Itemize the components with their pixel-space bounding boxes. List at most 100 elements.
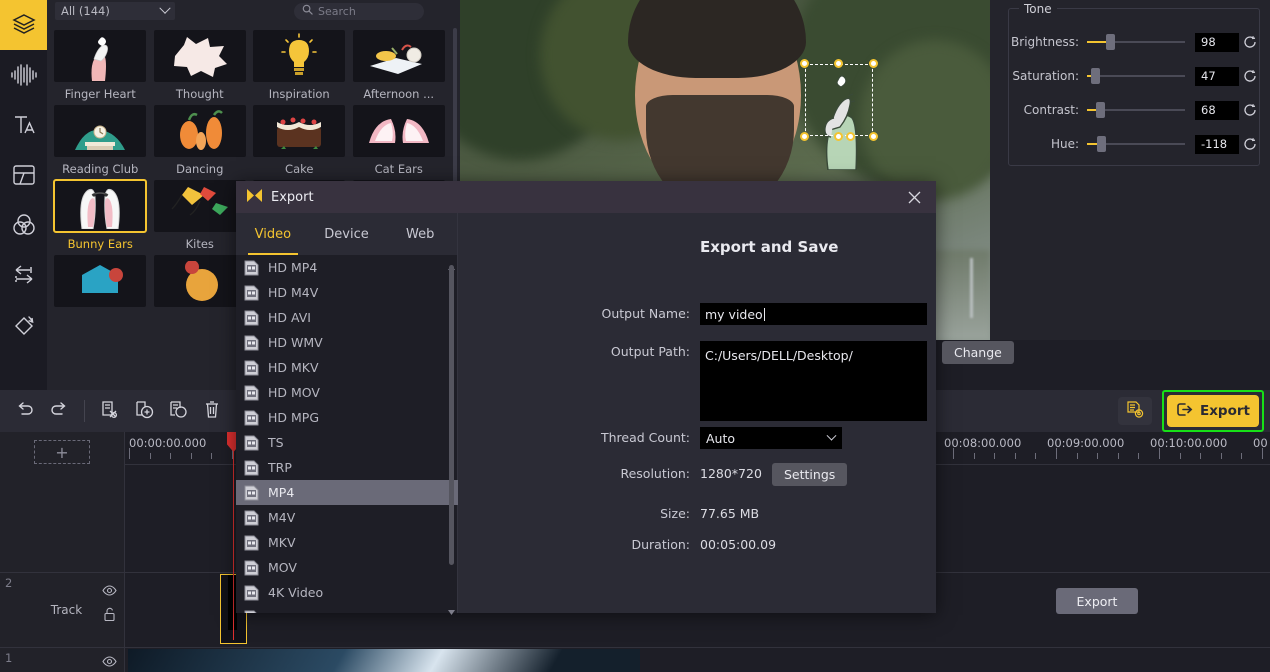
add-button[interactable] (127, 394, 161, 428)
dialog-export-button[interactable]: Export (1056, 588, 1138, 614)
category-dropdown[interactable]: All (144) (55, 2, 175, 20)
rail-item-motion[interactable] (0, 300, 47, 350)
format-item[interactable]: M4V (236, 505, 458, 530)
dialog-titlebar: Export (236, 181, 936, 213)
text-icon (11, 112, 37, 138)
rotate-handle[interactable] (846, 132, 855, 141)
contrast-slider[interactable] (1087, 102, 1185, 118)
hue-value[interactable]: -118 (1195, 134, 1239, 154)
reset-brightness-button[interactable] (1239, 35, 1261, 49)
rail-item-transitions[interactable] (0, 250, 47, 300)
brightness-value[interactable]: 98 (1195, 32, 1239, 52)
resize-handle-ne[interactable] (869, 59, 878, 68)
ruler-tick (1241, 453, 1243, 459)
sticker-item[interactable]: Finger Heart (53, 30, 148, 101)
thread-count-dropdown[interactable]: Auto (700, 427, 842, 449)
format-item[interactable]: MP4 (236, 480, 458, 505)
resize-handle-n[interactable] (834, 59, 843, 68)
track-header-1[interactable]: 1 (0, 647, 125, 672)
sticker-item[interactable]: Inspiration (252, 30, 347, 101)
rail-item-text[interactable] (0, 100, 47, 150)
sticker-item[interactable]: Cat Ears (352, 105, 447, 176)
hue-slider[interactable] (1087, 136, 1185, 152)
sticker-item[interactable]: Cake (252, 105, 347, 176)
format-item[interactable]: HD M4V (236, 280, 458, 305)
redo-button[interactable] (42, 394, 76, 428)
format-item[interactable]: HD MP4 (236, 255, 458, 280)
format-item[interactable]: HD MOV (236, 380, 458, 405)
scroll-down-icon[interactable] (448, 604, 455, 615)
resize-handle-nw[interactable] (800, 59, 809, 68)
rail-item-audio[interactable] (0, 50, 47, 100)
track-header-2[interactable]: 2 Track (0, 572, 125, 647)
add-track-button[interactable]: + (34, 440, 90, 464)
output-path-input[interactable]: C:/Users/DELL/Desktop/ (700, 341, 927, 421)
output-name-input[interactable]: my video (700, 303, 927, 325)
resize-handle-s[interactable] (834, 132, 843, 141)
brightness-slider[interactable] (1087, 34, 1185, 50)
split-button[interactable] (93, 394, 127, 428)
track-number: 1 (5, 651, 13, 665)
rail-item-filters[interactable] (0, 200, 47, 250)
tab-web[interactable]: Web (383, 213, 457, 255)
export-button[interactable]: Export (1167, 395, 1259, 427)
project-settings-icon (1126, 400, 1144, 422)
eye-icon[interactable] (102, 656, 117, 670)
sticker-selection-box[interactable] (800, 59, 878, 141)
rail-item-split-screen[interactable] (0, 150, 47, 200)
scroll-up-icon[interactable] (448, 259, 455, 270)
format-list[interactable]: HD MP4 HD M4V HD AVI HD WMV HD MKV HD MOV HD M… (236, 255, 458, 613)
rail-item-stickers[interactable] (0, 0, 47, 50)
format-item[interactable]: HD MPG (236, 405, 458, 430)
format-item-partial[interactable] (236, 605, 458, 613)
format-item[interactable]: MKV (236, 530, 458, 555)
sticker-label: Finger Heart (64, 87, 136, 101)
reset-contrast-button[interactable] (1239, 103, 1261, 117)
sticker-item[interactable]: Kites (153, 180, 248, 251)
ruler-tick (1262, 448, 1263, 459)
sticker-item[interactable]: Reading Club (53, 105, 148, 176)
timeline-clip-video[interactable] (128, 649, 640, 672)
sticker-item[interactable]: Dancing (153, 105, 248, 176)
sticker-item[interactable] (153, 255, 248, 307)
search-input[interactable]: Search (294, 2, 424, 20)
format-label: 4K Video (268, 585, 324, 600)
grid-view-button[interactable] (430, 6, 452, 16)
tab-device[interactable]: Device (310, 213, 384, 255)
resize-handle-se[interactable] (869, 132, 878, 141)
change-path-button[interactable]: Change (942, 341, 1014, 364)
sticker-item[interactable]: Thought (153, 30, 248, 101)
close-icon[interactable] (902, 185, 926, 209)
format-item[interactable]: 4K Video (236, 580, 458, 605)
ruler-tick (953, 448, 954, 459)
sticker-item[interactable]: Afternoon ... (352, 30, 447, 101)
playhead[interactable] (227, 432, 240, 640)
sticker-item-bunny-ears[interactable]: Bunny Ears (53, 179, 148, 251)
format-label: M4V (268, 510, 296, 525)
eye-icon[interactable] (102, 585, 117, 599)
saturation-value[interactable]: 47 (1195, 66, 1239, 86)
saturation-slider[interactable] (1087, 68, 1185, 84)
project-settings-button[interactable] (1118, 397, 1152, 425)
format-item[interactable]: TS (236, 430, 458, 455)
format-item[interactable]: HD MKV (236, 355, 458, 380)
format-item[interactable]: HD WMV (236, 330, 458, 355)
resize-handle-sw[interactable] (800, 132, 809, 141)
delete-button[interactable] (195, 394, 229, 428)
unlock-icon[interactable] (103, 607, 116, 625)
crop-button[interactable] (161, 394, 195, 428)
left-tool-rail (0, 0, 47, 390)
file-format-icon (244, 560, 259, 576)
reset-saturation-button[interactable] (1239, 69, 1261, 83)
format-item[interactable]: HD AVI (236, 305, 458, 330)
sticker-item[interactable] (53, 255, 148, 307)
reset-hue-button[interactable] (1239, 137, 1261, 151)
format-scrollbar[interactable] (448, 259, 455, 615)
contrast-value[interactable]: 68 (1195, 100, 1239, 120)
sticker-scrollbar[interactable] (453, 28, 457, 198)
settings-button[interactable]: Settings (772, 463, 848, 486)
tab-video[interactable]: Video (236, 213, 310, 255)
format-item[interactable]: TRP (236, 455, 458, 480)
undo-button[interactable] (8, 394, 42, 428)
format-item[interactable]: MOV (236, 555, 458, 580)
